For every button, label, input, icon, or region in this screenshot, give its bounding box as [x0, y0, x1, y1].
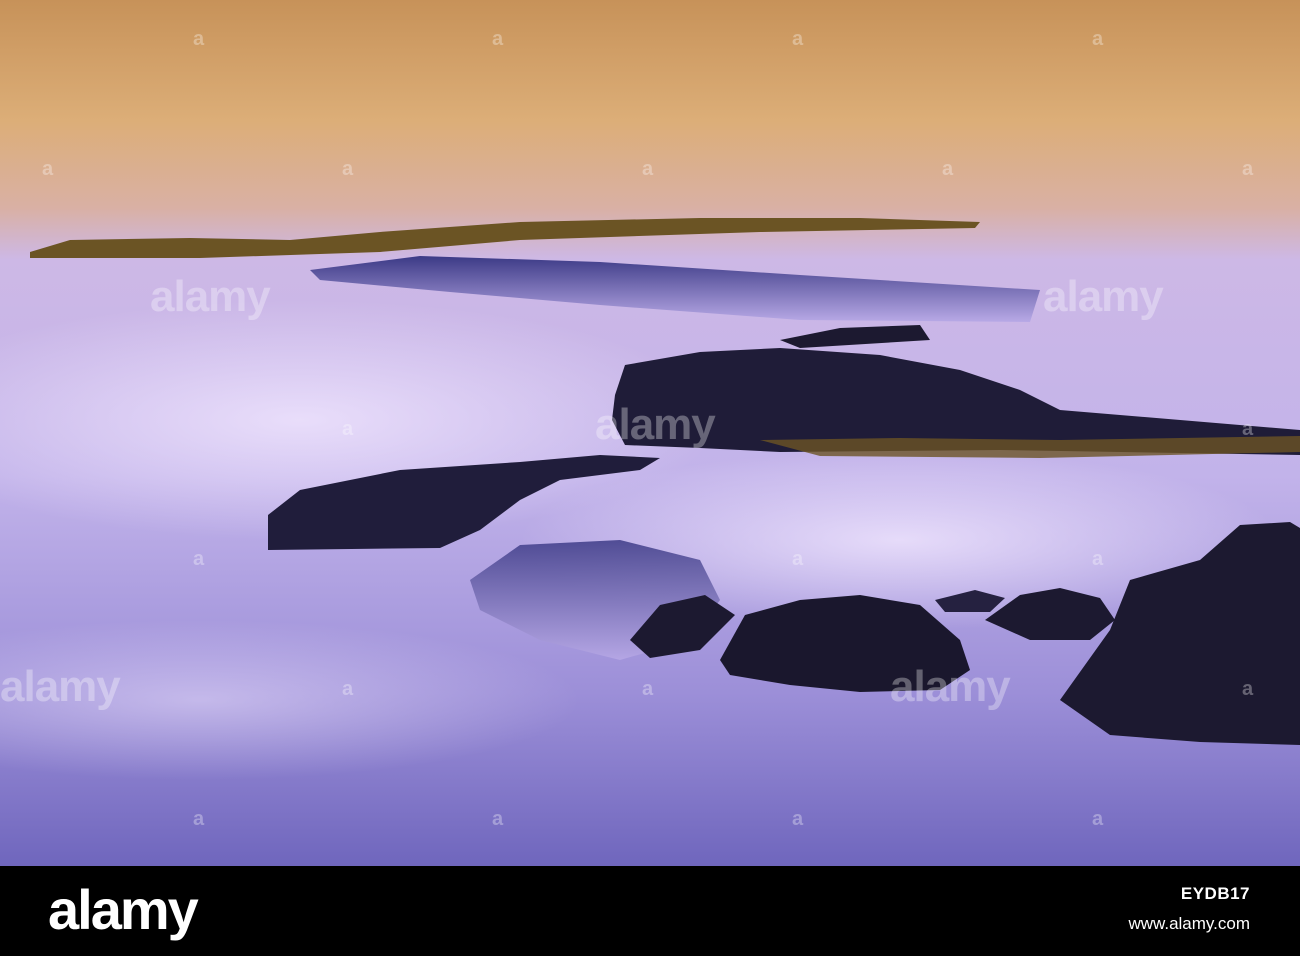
alamy-a-icon: a	[792, 548, 804, 570]
alamy-a-icon: a	[642, 678, 654, 700]
alamy-a-icon: a	[193, 808, 205, 830]
watermark-word: alamy	[1043, 272, 1164, 321]
alamy-a-icon: a	[1092, 808, 1104, 830]
watermark-word: alamy	[0, 662, 121, 711]
image-info: EYDB17 www.alamy.com	[1128, 884, 1250, 934]
alamy-a-icon: a	[1092, 28, 1104, 50]
site-url[interactable]: www.alamy.com	[1128, 914, 1250, 934]
alamy-a-icon: a	[1092, 548, 1104, 570]
alamy-a-icon: a	[1242, 158, 1254, 180]
alamy-a-icon: a	[642, 158, 654, 180]
alamy-a-icon: a	[492, 808, 504, 830]
watermark-word: alamy	[890, 662, 1011, 711]
footer-bar: alamy EYDB17 www.alamy.com	[0, 866, 1300, 956]
alamy-a-icon: a	[193, 28, 205, 50]
alamy-a-icon: a	[1242, 418, 1254, 440]
alamy-a-icon: a	[792, 808, 804, 830]
alamy-a-icon: a	[342, 418, 354, 440]
watermark-word: alamy	[595, 400, 716, 449]
alamy-a-icon: a	[342, 678, 354, 700]
alamy-a-icon: a	[342, 158, 354, 180]
alamy-a-icon: a	[42, 158, 54, 180]
alamy-a-icon: a	[1242, 678, 1254, 700]
watermark-word: alamy	[150, 272, 271, 321]
stock-photo-page: a a a a a a a a a a a a a a a a a a a a …	[0, 0, 1300, 956]
alamy-a-icon: a	[942, 158, 954, 180]
image-id: EYDB17	[1180, 884, 1250, 903]
alamy-logo[interactable]: alamy	[48, 880, 199, 940]
alamy-a-icon: a	[193, 548, 205, 570]
alamy-a-icon: a	[792, 28, 804, 50]
alamy-a-icon: a	[492, 28, 504, 50]
